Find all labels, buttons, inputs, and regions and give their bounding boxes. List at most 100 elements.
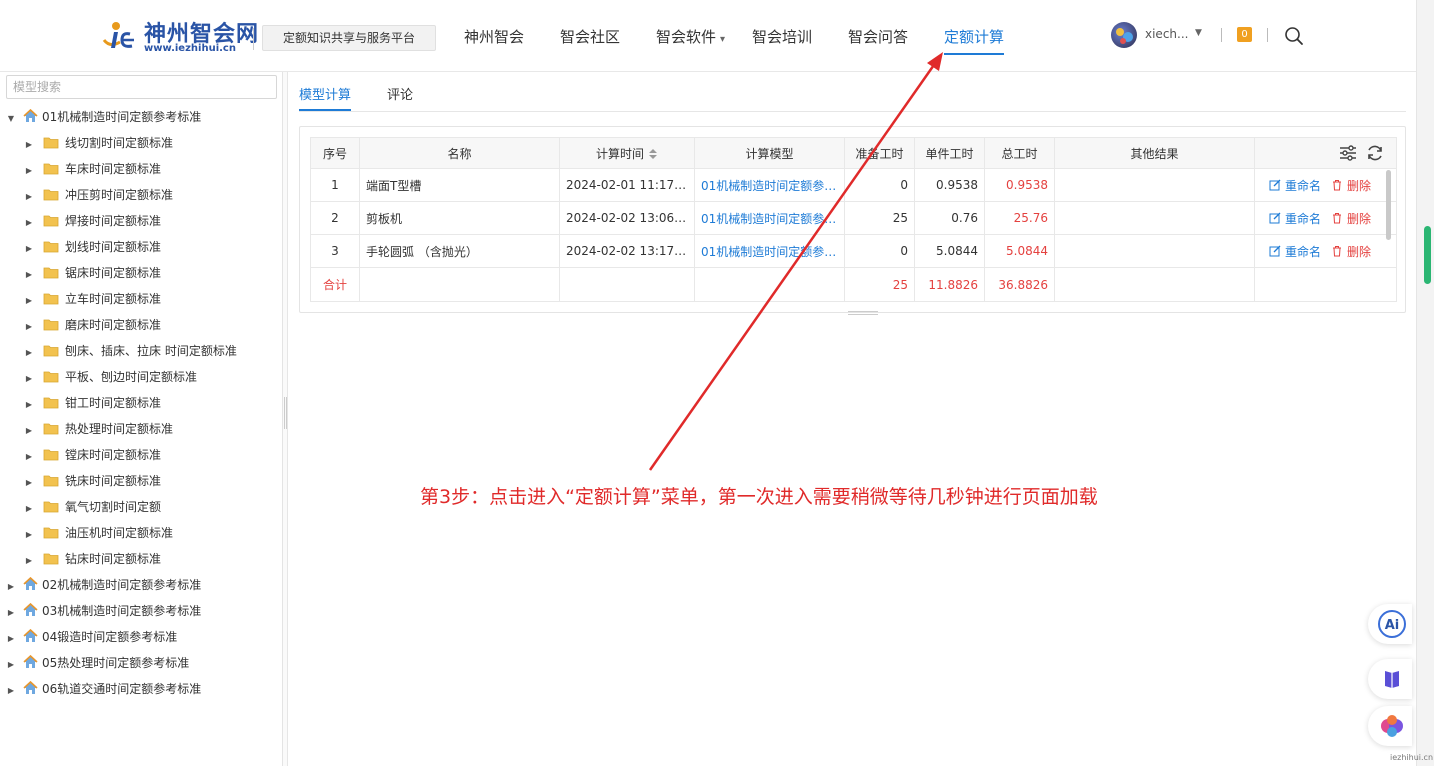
- table-scrollbar[interactable]: [1386, 170, 1391, 240]
- tree-node-child[interactable]: ▶ 锯床时间定额标准: [23, 262, 161, 284]
- tree-node-child[interactable]: ▶ 氧气切割时间定额: [23, 496, 161, 518]
- tree-node-root[interactable]: ▼ 01机械制造时间定额参考标准: [5, 106, 201, 128]
- cell-model-link[interactable]: 01机械制造时间定额参考标准: [694, 201, 845, 235]
- page-scrollbar-thumb[interactable]: [1424, 226, 1431, 284]
- caret-right-icon[interactable]: ▶: [23, 472, 35, 494]
- search-icon[interactable]: [1284, 26, 1304, 46]
- column-header-total-hours: 总工时: [984, 137, 1055, 169]
- panel-resize-handle[interactable]: [848, 311, 878, 315]
- tree-node-child[interactable]: ▶ 铣床时间定额标准: [23, 470, 161, 492]
- book-icon: [1385, 671, 1399, 688]
- caret-right-icon[interactable]: ▶: [23, 498, 35, 520]
- splitter-grip[interactable]: [284, 397, 287, 429]
- caret-right-icon[interactable]: ▶: [5, 654, 17, 676]
- trash-icon: [1333, 180, 1342, 191]
- nav-item-qa[interactable]: 智会问答: [848, 26, 908, 47]
- nav-item-training[interactable]: 智会培训: [752, 26, 812, 47]
- caret-right-icon[interactable]: ▶: [23, 238, 35, 260]
- caret-right-icon[interactable]: ▶: [5, 628, 17, 650]
- avatar[interactable]: [1111, 22, 1137, 48]
- cell-other-results: [1054, 168, 1255, 202]
- page-scrollbar-track[interactable]: [1416, 0, 1434, 766]
- delete-label: 删除: [1347, 178, 1372, 193]
- caret-right-icon[interactable]: ▶: [23, 264, 35, 286]
- rename-button[interactable]: 重命名: [1269, 177, 1321, 194]
- caret-right-icon[interactable]: ▶: [23, 524, 35, 546]
- tree-node-root[interactable]: ▶ 02机械制造时间定额参考标准: [5, 574, 201, 596]
- tree-node-child[interactable]: ▶ 热处理时间定额标准: [23, 418, 173, 440]
- caret-right-icon[interactable]: ▶: [23, 550, 35, 572]
- sidebar-splitter[interactable]: [283, 72, 288, 766]
- caret-right-icon[interactable]: ▶: [23, 290, 35, 312]
- tree-node-child[interactable]: ▶ 钻床时间定额标准: [23, 548, 161, 570]
- table-row[interactable]: 2 剪板机 2024-02-02 13:06:23 01机械制造时间定额参考标准 25 0…: [310, 201, 1397, 235]
- caret-right-icon[interactable]: ▶: [23, 316, 35, 338]
- tree-node-label: 焊接时间定额标准: [65, 214, 162, 228]
- tree-node-label: 镗床时间定额标准: [65, 448, 162, 462]
- tree-node-child[interactable]: ▶ 焊接时间定额标准: [23, 210, 161, 232]
- tree-node-child[interactable]: ▶ 立车时间定额标准: [23, 288, 161, 310]
- tree-node-child[interactable]: ▶ 油压机时间定额标准: [23, 522, 173, 544]
- tree-node-root[interactable]: ▶ 03机械制造时间定额参考标准: [5, 600, 201, 622]
- nav-item-community[interactable]: 智会社区: [560, 26, 620, 47]
- username[interactable]: xiech...: [1145, 27, 1188, 41]
- rename-button[interactable]: 重命名: [1269, 210, 1321, 227]
- caret-right-icon[interactable]: ▶: [23, 342, 35, 364]
- rename-button[interactable]: 重命名: [1269, 243, 1321, 260]
- tree-node-root[interactable]: ▶ 05热处理时间定额参考标准: [5, 652, 189, 674]
- tree-node-child[interactable]: ▶ 镗床时间定额标准: [23, 444, 161, 466]
- caret-right-icon[interactable]: ▶: [5, 576, 17, 598]
- sort-icon[interactable]: [648, 148, 658, 160]
- cell-name: 手轮圆弧 （含抛光）: [359, 234, 560, 268]
- logo-mark-icon: [102, 22, 134, 48]
- cell-index: 2: [310, 201, 360, 235]
- nav-item-quota-calc[interactable]: 定额计算: [944, 26, 1005, 55]
- tree-node-root[interactable]: ▶ 06轨道交通时间定额参考标准: [5, 678, 201, 700]
- cell-index: 1: [310, 168, 360, 202]
- message-count-badge[interactable]: 0: [1237, 27, 1252, 42]
- tab-model-calculation[interactable]: 模型计算: [299, 84, 352, 111]
- user-dropdown-caret-icon[interactable]: ▼: [1195, 28, 1202, 38]
- tree-node-child[interactable]: ▶ 车床时间定额标准: [23, 158, 161, 180]
- nav-item-shenzhou[interactable]: 神州智会: [464, 26, 524, 47]
- caret-right-icon[interactable]: ▶: [23, 160, 35, 182]
- brain-assistant-button[interactable]: [1368, 706, 1412, 746]
- cell-model-link[interactable]: 01机械制造时间定额参考标准: [694, 168, 845, 202]
- caret-right-icon[interactable]: ▶: [23, 186, 35, 208]
- caret-right-icon[interactable]: ▶: [23, 394, 35, 416]
- rename-label: 重命名: [1285, 211, 1322, 226]
- caret-right-icon[interactable]: ▶: [5, 602, 17, 624]
- caret-right-icon[interactable]: ▶: [23, 368, 35, 390]
- caret-down-icon[interactable]: ▼: [5, 108, 17, 130]
- tutorial-step-annotation: 第3步：点击进入“定额计算”菜单，第一次进入需要稍微等待几秒钟进行页面加载: [420, 486, 1098, 508]
- table-row[interactable]: 3 手轮圆弧 （含抛光） 2024-02-02 13:17:19 01机械制造时间定额…: [310, 234, 1397, 268]
- model-search-input[interactable]: [6, 75, 277, 99]
- tree-node-child[interactable]: ▶ 磨床时间定额标准: [23, 314, 161, 336]
- tree-node-child[interactable]: ▶ 钳工时间定额标准: [23, 392, 161, 414]
- caret-right-icon[interactable]: ▶: [5, 680, 17, 702]
- tree-node-child[interactable]: ▶ 平板、刨边时间定额标准: [23, 366, 197, 388]
- delete-button[interactable]: 删除: [1331, 177, 1371, 194]
- tree-node-child[interactable]: ▶ 冲压剪时间定额标准: [23, 184, 173, 206]
- tree-node-child[interactable]: ▶ 线切割时间定额标准: [23, 132, 173, 154]
- tree-node-child[interactable]: ▶ 刨床、插床、拉床 时间定额标准: [23, 340, 237, 362]
- caret-right-icon[interactable]: ▶: [23, 212, 35, 234]
- nav-item-software[interactable]: 智会软件 ▾: [656, 26, 725, 47]
- column-header-time[interactable]: 计算时间: [559, 137, 695, 169]
- table-header-row: 序号 名称 计算时间 计算模型 准备工时 单件工时 总工时 其他结果: [310, 137, 1397, 169]
- tree-node-root[interactable]: ▶ 04锻造时间定额参考标准: [5, 626, 177, 648]
- delete-button[interactable]: 删除: [1331, 210, 1371, 227]
- cell-model-link[interactable]: 01机械制造时间定额参考标准: [694, 234, 845, 268]
- caret-right-icon[interactable]: ▶: [23, 134, 35, 156]
- refresh-icon[interactable]: [1366, 144, 1384, 162]
- tree-node-child[interactable]: ▶ 划线时间定额标准: [23, 236, 161, 258]
- caret-right-icon[interactable]: ▶: [23, 420, 35, 442]
- table-row[interactable]: 1 端面T型槽 2024-02-01 11:17:54 01机械制造时间定额参考标准 0…: [310, 168, 1397, 202]
- caret-right-icon[interactable]: ▶: [23, 446, 35, 468]
- tab-comments[interactable]: 评论: [387, 84, 413, 103]
- ai-assistant-button[interactable]: Ai: [1368, 604, 1412, 644]
- delete-button[interactable]: 删除: [1331, 243, 1371, 260]
- column-settings-icon[interactable]: [1339, 144, 1357, 162]
- site-logo[interactable]: 神州智会网 www.iezhihui.cn: [100, 16, 258, 56]
- manual-book-button[interactable]: [1368, 659, 1412, 699]
